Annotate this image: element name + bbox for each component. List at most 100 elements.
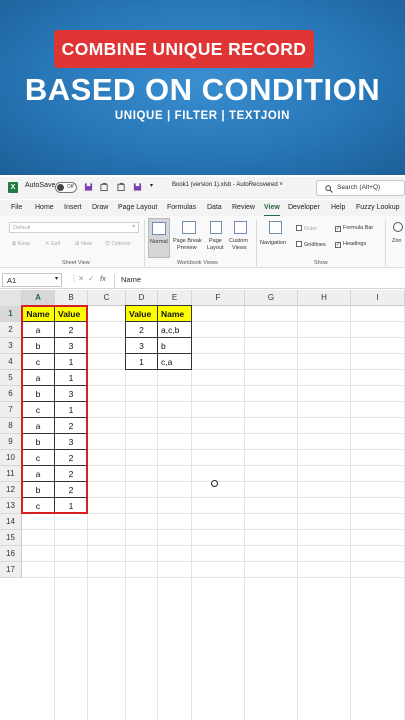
- source-name-cell[interactable]: a: [21, 417, 55, 434]
- result-name-cell[interactable]: b: [157, 337, 192, 354]
- source-value-cell[interactable]: 2: [54, 481, 88, 498]
- tab-page-layout[interactable]: Page Layout: [118, 204, 157, 211]
- result-header-cell[interactable]: Value: [125, 305, 158, 322]
- source-name-cell[interactable]: c: [21, 497, 55, 514]
- source-value-cell[interactable]: 3: [54, 385, 88, 402]
- source-name-cell[interactable]: b: [21, 337, 55, 354]
- row-header-17[interactable]: 17: [0, 562, 22, 578]
- row-header-9[interactable]: 9: [0, 434, 22, 450]
- select-all-corner[interactable]: [0, 290, 22, 306]
- source-value-cell[interactable]: 2: [54, 417, 88, 434]
- name-box[interactable]: A1 ▾: [2, 273, 62, 287]
- ruler-checkbox[interactable]: Ruler: [296, 225, 317, 232]
- source-name-cell[interactable]: b: [21, 481, 55, 498]
- row-header-8[interactable]: 8: [0, 418, 22, 434]
- source-header-cell[interactable]: Value: [54, 305, 88, 322]
- search-input[interactable]: Search (Alt+Q): [316, 180, 405, 196]
- tab-formulas[interactable]: Formulas: [167, 204, 196, 211]
- row-header-1[interactable]: 1: [0, 306, 22, 322]
- keep-button[interactable]: ⧉ Keep: [12, 241, 30, 248]
- source-value-cell[interactable]: 1: [54, 401, 88, 418]
- tab-help[interactable]: Help: [331, 204, 345, 211]
- result-value-cell[interactable]: 3: [125, 337, 158, 354]
- sheet-view-options-button[interactable]: ☰ Options: [105, 241, 130, 247]
- autosave-toggle[interactable]: Off: [55, 182, 77, 193]
- row-header-14[interactable]: 14: [0, 514, 22, 530]
- row-header-4[interactable]: 4: [0, 354, 22, 370]
- tab-view[interactable]: View: [264, 204, 280, 217]
- source-name-cell[interactable]: c: [21, 353, 55, 370]
- cancel-icon[interactable]: ✕: [78, 274, 84, 283]
- source-name-cell[interactable]: a: [21, 369, 55, 386]
- zoom-icon[interactable]: [392, 221, 405, 234]
- result-name-cell[interactable]: a,c,b: [157, 321, 192, 338]
- row-header-2[interactable]: 2: [0, 322, 22, 338]
- tab-developer[interactable]: Developer: [288, 204, 320, 211]
- page-break-preview-button[interactable]: Page Break Preview: [172, 218, 206, 258]
- insert-function-icon[interactable]: fx: [100, 274, 106, 283]
- source-name-cell[interactable]: b: [21, 385, 55, 402]
- row-header-7[interactable]: 7: [0, 402, 22, 418]
- source-name-cell[interactable]: b: [21, 433, 55, 450]
- qat-more-icon[interactable]: ▾: [150, 182, 153, 189]
- tab-file[interactable]: File: [11, 204, 22, 211]
- row-header-12[interactable]: 12: [0, 482, 22, 498]
- column-header-b[interactable]: B: [55, 290, 88, 306]
- source-name-cell[interactable]: a: [21, 465, 55, 482]
- navigation-button[interactable]: Navigation: [260, 218, 292, 258]
- source-value-cell[interactable]: 3: [54, 433, 88, 450]
- result-header-cell[interactable]: Name: [157, 305, 192, 322]
- save-icon[interactable]: [84, 182, 93, 192]
- row-header-6[interactable]: 6: [0, 386, 22, 402]
- tab-home[interactable]: Home: [35, 204, 54, 211]
- source-value-cell[interactable]: 3: [54, 337, 88, 354]
- new-sheet-view-button[interactable]: ⊞ New: [75, 241, 92, 247]
- quick-save-icon[interactable]: [133, 182, 142, 192]
- column-header-a[interactable]: A: [22, 290, 55, 306]
- column-header-g[interactable]: G: [245, 290, 298, 306]
- normal-view-button[interactable]: Normal: [148, 218, 170, 258]
- source-value-cell[interactable]: 1: [54, 369, 88, 386]
- row-header-10[interactable]: 10: [0, 450, 22, 466]
- source-name-cell[interactable]: a: [21, 321, 55, 338]
- source-value-cell[interactable]: 1: [54, 353, 88, 370]
- enter-icon[interactable]: ✓: [88, 274, 94, 283]
- page-layout-view-button[interactable]: Page Layout: [207, 218, 227, 258]
- result-value-cell[interactable]: 1: [125, 353, 158, 370]
- column-header-e[interactable]: E: [158, 290, 192, 306]
- source-value-cell[interactable]: 2: [54, 465, 88, 482]
- document-title[interactable]: Book1 (version 1).xlsb - AutoRecovered ˅: [172, 182, 283, 188]
- source-value-cell[interactable]: 2: [54, 449, 88, 466]
- tab-insert[interactable]: Insert: [64, 204, 82, 211]
- result-value-cell[interactable]: 2: [125, 321, 158, 338]
- column-header-c[interactable]: C: [88, 290, 126, 306]
- gridlines-checkbox[interactable]: Gridlines: [296, 241, 326, 248]
- tab-data[interactable]: Data: [207, 204, 222, 211]
- column-header-h[interactable]: H: [298, 290, 351, 306]
- column-header-i[interactable]: I: [351, 290, 405, 306]
- row-header-11[interactable]: 11: [0, 466, 22, 482]
- row-header-16[interactable]: 16: [0, 546, 22, 562]
- source-name-cell[interactable]: c: [21, 449, 55, 466]
- exit-button[interactable]: ✕ Exit: [45, 241, 60, 247]
- tab-review[interactable]: Review: [232, 204, 255, 211]
- row-header-5[interactable]: 5: [0, 370, 22, 386]
- undo-icon[interactable]: [100, 182, 109, 192]
- tab-draw[interactable]: Draw: [92, 204, 108, 211]
- row-header-3[interactable]: 3: [0, 338, 22, 354]
- sheet-view-dropdown[interactable]: Default ▾: [9, 222, 139, 233]
- row-header-13[interactable]: 13: [0, 498, 22, 514]
- headings-checkbox[interactable]: ✓ Headings: [335, 241, 366, 248]
- column-header-d[interactable]: D: [126, 290, 158, 306]
- formula-bar-checkbox[interactable]: ✓ Formula Bar: [335, 225, 373, 232]
- source-name-cell[interactable]: c: [21, 401, 55, 418]
- row-header-15[interactable]: 15: [0, 530, 22, 546]
- source-header-cell[interactable]: Name: [21, 305, 55, 322]
- tab-fuzzy-lookup[interactable]: Fuzzy Lookup: [356, 204, 400, 211]
- column-header-f[interactable]: F: [192, 290, 245, 306]
- source-value-cell[interactable]: 1: [54, 497, 88, 514]
- source-value-cell[interactable]: 2: [54, 321, 88, 338]
- result-name-cell[interactable]: c,a: [157, 353, 192, 370]
- redo-icon[interactable]: [117, 182, 126, 192]
- custom-views-button[interactable]: Custom Views: [229, 218, 253, 258]
